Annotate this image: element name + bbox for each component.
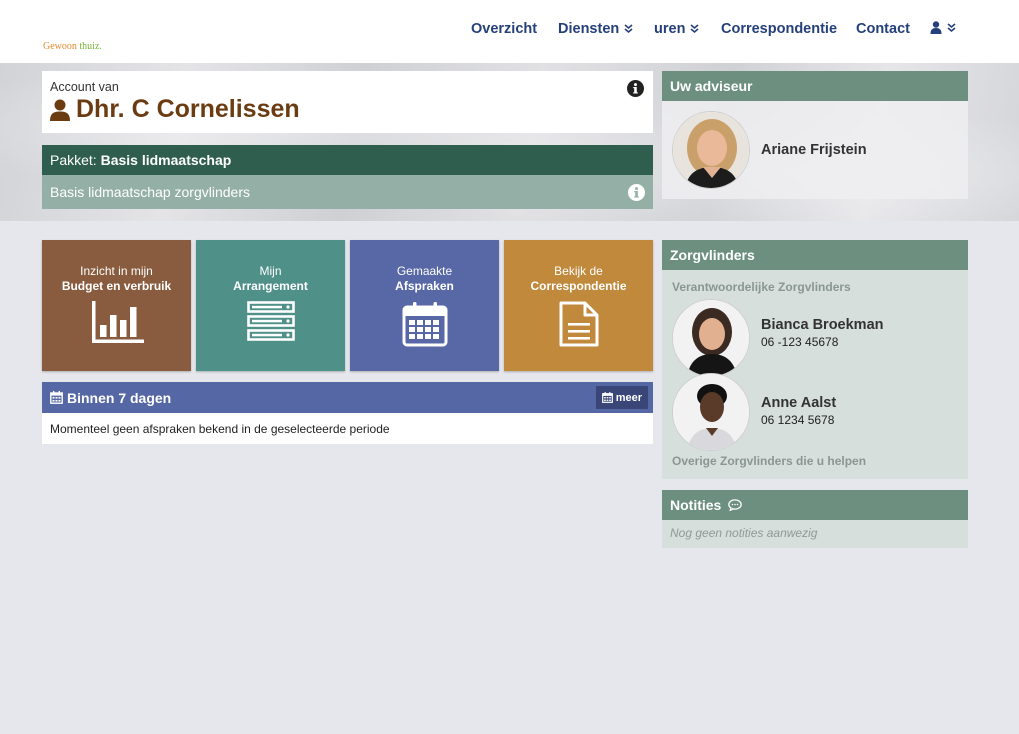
server-list-icon: [246, 301, 295, 341]
nav-overzicht[interactable]: Overzicht: [471, 21, 537, 37]
account-label: Account van: [50, 80, 119, 94]
info-icon[interactable]: [628, 184, 645, 201]
advisor-photo: [673, 112, 749, 188]
nav-diensten[interactable]: Diensten: [558, 21, 633, 37]
notes-empty-text: Nog geen notities aanwezig: [670, 526, 818, 540]
tile-appointments-line1: Gemaakte: [396, 264, 453, 278]
zorgvlinder-avatar: [672, 373, 750, 451]
nav-user-menu[interactable]: [930, 21, 956, 34]
appointments-header: Binnen 7 dagen meer: [42, 382, 653, 413]
zorgvlinder-photo: [673, 300, 749, 376]
info-icon[interactable]: [627, 80, 644, 97]
logo-part-2: thuiz.: [79, 41, 102, 52]
account-panel: Account van Dhr. C Cornelissen: [42, 71, 653, 133]
package-description-row: Basis lidmaatschap zorgvlinders: [42, 175, 653, 209]
more-appointments-label: meer: [615, 391, 642, 404]
package-name: Basis lidmaatschap: [100, 152, 232, 168]
calendar-icon: [402, 302, 447, 347]
account-name-row: Dhr. C Cornelissen: [50, 95, 300, 124]
tile-budget-line1: Inzicht in mijn: [80, 264, 153, 278]
appointments-body: Momenteel geen afspraken bekend in de ge…: [42, 413, 653, 444]
nav-diensten-label: Diensten: [558, 21, 620, 37]
calendar-icon: [601, 392, 613, 403]
tile-appointments[interactable]: Gemaakte Afspraken: [350, 240, 499, 371]
zorgvlinder-name: Anne Aalst: [761, 395, 837, 411]
document-icon: [559, 301, 598, 347]
tile-correspondence-line2: Correspondentie: [530, 279, 627, 293]
double-chevron-down-icon: [624, 24, 633, 34]
nav-correspondentie-label: Correspondentie: [721, 21, 838, 37]
zorgvlinder-name: Bianca Broekman: [761, 317, 884, 333]
top-navbar: Gewoon thuiz. Overzicht Diensten uren Co…: [0, 0, 1019, 63]
appointments-empty-text: Momenteel geen afspraken bekend in de ge…: [50, 422, 390, 436]
tile-budget-line2: Budget en verbruik: [61, 279, 172, 293]
zorgvlinders-title: Zorgvlinders: [670, 247, 755, 263]
responsible-zorgvlinders-label: Verantwoordelijke Zorgvlinders: [672, 280, 851, 294]
advisor-title: Uw adviseur: [670, 78, 753, 94]
nav-contact-label: Contact: [856, 21, 910, 37]
tile-arrangement-line2: Arrangement: [233, 279, 308, 293]
package-label: Pakket:: [50, 152, 97, 168]
tile-appointments-line2: Afspraken: [395, 279, 454, 293]
tile-arrangement-line1: Mijn: [259, 264, 282, 278]
nav-uren-label: uren: [654, 21, 686, 37]
double-chevron-down-icon: [947, 22, 956, 32]
zorgvlinders-header: Zorgvlinders: [662, 240, 968, 270]
logo[interactable]: Gewoon thuiz.: [43, 41, 102, 52]
advisor-avatar: [672, 111, 750, 189]
speech-bubble-icon: [728, 499, 743, 512]
advisor-panel: Ariane Frijstein: [662, 101, 968, 199]
notes-title: Notities: [670, 497, 722, 513]
appointments-title: Binnen 7 dagen: [67, 389, 172, 406]
double-chevron-down-icon: [690, 24, 699, 34]
tile-correspondence-line1: Bekijk de: [554, 264, 603, 278]
zorgvlinder-photo: [673, 374, 749, 450]
advisor-name: Ariane Frijstein: [761, 142, 867, 158]
nav-correspondentie[interactable]: Correspondentie: [721, 21, 837, 37]
user-icon: [930, 21, 942, 34]
notes-header: Notities: [662, 490, 968, 520]
nav-uren[interactable]: uren: [654, 21, 699, 37]
tile-budget[interactable]: Inzicht in mijn Budget en verbruik: [42, 240, 191, 371]
logo-part-1: Gewoon: [43, 41, 80, 52]
nav-contact[interactable]: Contact: [856, 21, 910, 37]
advisor-header: Uw adviseur: [662, 71, 968, 101]
tile-arrangement[interactable]: Mijn Arrangement: [196, 240, 345, 371]
nav-overzicht-label: Overzicht: [471, 21, 538, 37]
package-header: Pakket: Basis lidmaatschap: [42, 145, 653, 175]
zorgvlinder-avatar: [672, 299, 750, 377]
zorgvlinder-phone[interactable]: 06 -123 45678: [761, 335, 838, 349]
tile-correspondence[interactable]: Bekijk de Correspondentie: [504, 240, 653, 371]
calendar-icon: [50, 391, 63, 404]
more-appointments-button[interactable]: meer: [595, 386, 648, 409]
account-name: Dhr. C Cornelissen: [76, 95, 300, 123]
user-icon: [50, 99, 70, 121]
zorgvlinder-phone[interactable]: 06 1234 5678: [761, 413, 834, 427]
package-description: Basis lidmaatschap zorgvlinders: [50, 184, 250, 200]
other-zorgvlinders-link[interactable]: Overige Zorgvlinders die u helpen: [672, 454, 866, 468]
notes-panel: Nog geen notities aanwezig: [662, 520, 968, 548]
bar-chart-icon: [91, 301, 144, 343]
zorgvlinders-panel: Verantwoordelijke Zorgvlinders Bianca Br…: [662, 270, 968, 479]
